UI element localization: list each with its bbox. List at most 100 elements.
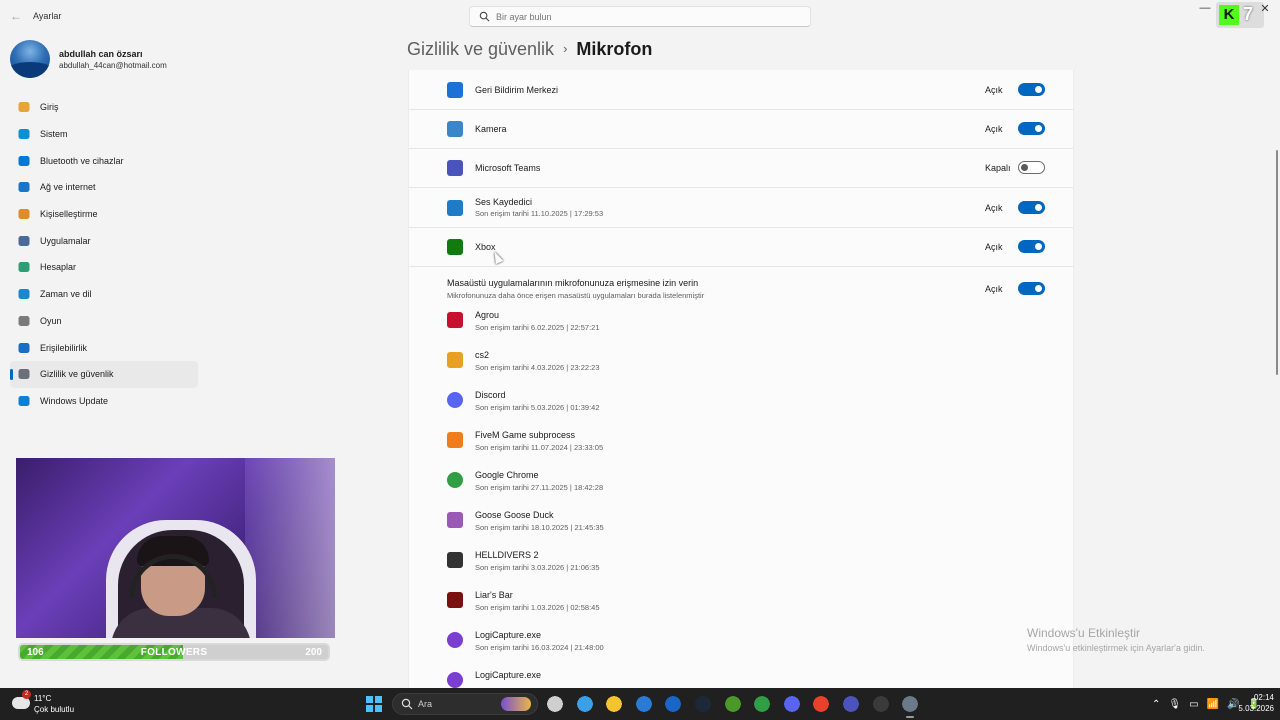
breadcrumb-parent[interactable]: Gizlilik ve güvenlik: [407, 39, 554, 59]
breadcrumb-chevron-icon: ›: [563, 41, 568, 56]
sidebar-item[interactable]: Sistem: [10, 121, 198, 148]
activation-watermark: Windows'u Etkinleştir Windows'u etkinleş…: [1027, 626, 1205, 653]
activation-title: Windows'u Etkinleştir: [1027, 626, 1140, 640]
app-name: Microsoft Teams: [475, 163, 541, 173]
app-name: Xbox: [475, 242, 496, 252]
desktop-app-last-access: Son erişim tarihi 6.02.2025 | 22:57:21: [475, 323, 600, 332]
chrome-icon[interactable]: [752, 694, 773, 714]
minimize-button[interactable]: —: [1198, 2, 1212, 16]
sidebar-item[interactable]: Zaman ve dil: [10, 281, 198, 308]
sidebar-item-label: Oyun: [40, 315, 62, 326]
sidebar-item[interactable]: Ağ ve internet: [10, 174, 198, 201]
app-permission-row: Kamera Açık: [409, 109, 1073, 149]
desktop-app-name: Google Chrome: [475, 470, 539, 480]
sidebar-item[interactable]: Giriş: [10, 94, 198, 121]
sidebar-item[interactable]: Windows Update: [10, 388, 198, 415]
settings-search-input[interactable]: [496, 9, 796, 24]
desktop-app-row: LogiCapture.exe Son erişim tarihi 16.03.2…: [409, 620, 1073, 660]
helldivers-icon: [447, 552, 463, 568]
sidebar-item-label: Hesaplar: [40, 262, 77, 273]
desktop-app-last-access: Son erişim tarihi 5.03.2026 | 01:39:42: [475, 403, 600, 412]
sidebar-item-label: Kişiselleştirme: [40, 209, 98, 220]
app-permission-toggle[interactable]: [1018, 122, 1045, 135]
app-permission-toggle[interactable]: [1018, 83, 1045, 96]
sidebar-item[interactable]: Kişiselleştirme: [10, 201, 198, 228]
desktop-app-last-access: Son erişim tarihi 3.03.2026 | 21:06:35: [475, 563, 600, 572]
title-bar: ← Ayarlar — K 7 ✕: [0, 0, 1280, 32]
desktop-apps-toggle[interactable]: [1018, 282, 1045, 295]
desktop-app-row: LogiCapture.exe: [409, 660, 1073, 688]
sidebar-item[interactable]: Erişilebilirlik: [10, 334, 198, 361]
activation-subtitle: Windows'u etkinleştirmek için Ayarlar'a …: [1027, 643, 1205, 653]
fivem-icon: [447, 432, 463, 448]
desktop-app-name: Discord: [475, 390, 506, 400]
taskbar-pinned-apps: [545, 694, 921, 718]
taskbar-search[interactable]: Ara: [392, 693, 538, 715]
sidebar-item[interactable]: Hesaplar: [10, 254, 198, 281]
sidebar-item-label: Giriş: [40, 102, 59, 113]
media-player-icon[interactable]: [811, 694, 832, 714]
taskbar: 2 11°C Çok bulutlu Ara ⌃ 🎙 ▭ 📶 🔊 🔋 02:14 5.03…: [0, 688, 1280, 720]
desktop-app-last-access: Son erişim tarihi 4.03.2026 | 23:22:23: [475, 363, 600, 372]
app-permission-toggle[interactable]: [1018, 240, 1045, 253]
microphone-icon[interactable]: 🎙: [1168, 699, 1181, 710]
weather-badge: 2: [22, 690, 31, 699]
liars-bar-icon: [447, 592, 463, 608]
app-permission-toggle[interactable]: [1018, 201, 1045, 214]
desktop-app-name: Agrou: [475, 310, 500, 320]
avatar: [10, 40, 50, 78]
desktop-apps-state: Açık: [985, 284, 1003, 294]
app-last-access: Son erişim tarihi 11.10.2025 | 17:29:53: [475, 209, 604, 218]
microphone-permissions-panel: Masaüstü uygulamalarının mikrofonunuza e…: [408, 70, 1074, 688]
clock-date: 5.03.2026: [1238, 704, 1274, 713]
file-explorer-icon[interactable]: [604, 694, 625, 714]
toggle-state-label: Açık: [985, 242, 1003, 252]
chrome-icon: [447, 472, 463, 488]
xbox-icon: [447, 239, 463, 255]
cs2-icon: [447, 352, 463, 368]
desktop-icon[interactable]: [574, 694, 595, 714]
sidebar-item-label: Bluetooth ve cihazlar: [40, 155, 124, 166]
app-permission-toggle[interactable]: [1018, 161, 1045, 174]
store-icon[interactable]: [633, 694, 654, 714]
sidebar-item[interactable]: Oyun: [10, 308, 198, 335]
sidebar-item[interactable]: Uygulamalar: [10, 227, 198, 254]
wifi-icon[interactable]: 📶: [1207, 699, 1219, 710]
obs-icon[interactable]: [870, 694, 891, 714]
steam-icon[interactable]: [692, 694, 713, 714]
start-button[interactable]: [366, 696, 382, 712]
settings-icon[interactable]: [900, 694, 921, 718]
user-profile[interactable]: abdullah can özsarı abdullah_44can@hotma…: [10, 40, 210, 80]
sidebar-item[interactable]: Gizlilik ve güvenlik: [10, 360, 198, 388]
desktop-app-row: FiveM Game subprocess Son erişim tarihi 1…: [409, 420, 1073, 460]
sidebar-item-label: Sistem: [40, 129, 68, 140]
task-view-icon[interactable]: [545, 694, 565, 714]
minecraft-icon[interactable]: [722, 694, 743, 714]
settings-search-box[interactable]: [469, 6, 811, 27]
teams-icon[interactable]: [840, 694, 861, 714]
desktop-app-name: FiveM Game subprocess: [475, 430, 576, 440]
display-icon[interactable]: ▭: [1189, 699, 1198, 710]
search-icon: [401, 698, 413, 710]
scrollbar[interactable]: [1276, 150, 1278, 375]
taskbar-clock[interactable]: 02:14 5.03.2026: [1232, 692, 1274, 714]
followers-goal: 200: [305, 647, 322, 658]
system-icon: [17, 127, 31, 141]
outlook-icon[interactable]: [663, 694, 684, 714]
sidebar-item-label: Ağ ve internet: [40, 182, 96, 193]
overflow-chevron-icon[interactable]: ⌃: [1152, 699, 1160, 710]
back-arrow-icon[interactable]: ←: [10, 9, 22, 23]
logicapture-icon: [447, 632, 463, 648]
sidebar-nav: Giriş Sistem Bluetooth ve cihazlar Ağ ve in…: [10, 94, 198, 414]
toggle-state-label: Kapalı: [985, 163, 1011, 173]
discord-icon[interactable]: [781, 694, 802, 714]
desktop-app-row: Goose Goose Duck Son erişim tarihi 18.10.…: [409, 500, 1073, 540]
teams-icon: [447, 160, 463, 176]
network-icon: [17, 180, 31, 194]
search-icon: [479, 11, 490, 22]
close-button[interactable]: ✕: [1258, 2, 1272, 16]
app-name: Geri Bildirim Merkezi: [475, 85, 559, 95]
breadcrumb-current: Mikrofon: [576, 39, 653, 59]
weather-widget[interactable]: 2 11°C Çok bulutlu: [12, 690, 92, 715]
sidebar-item[interactable]: Bluetooth ve cihazlar: [10, 147, 198, 174]
